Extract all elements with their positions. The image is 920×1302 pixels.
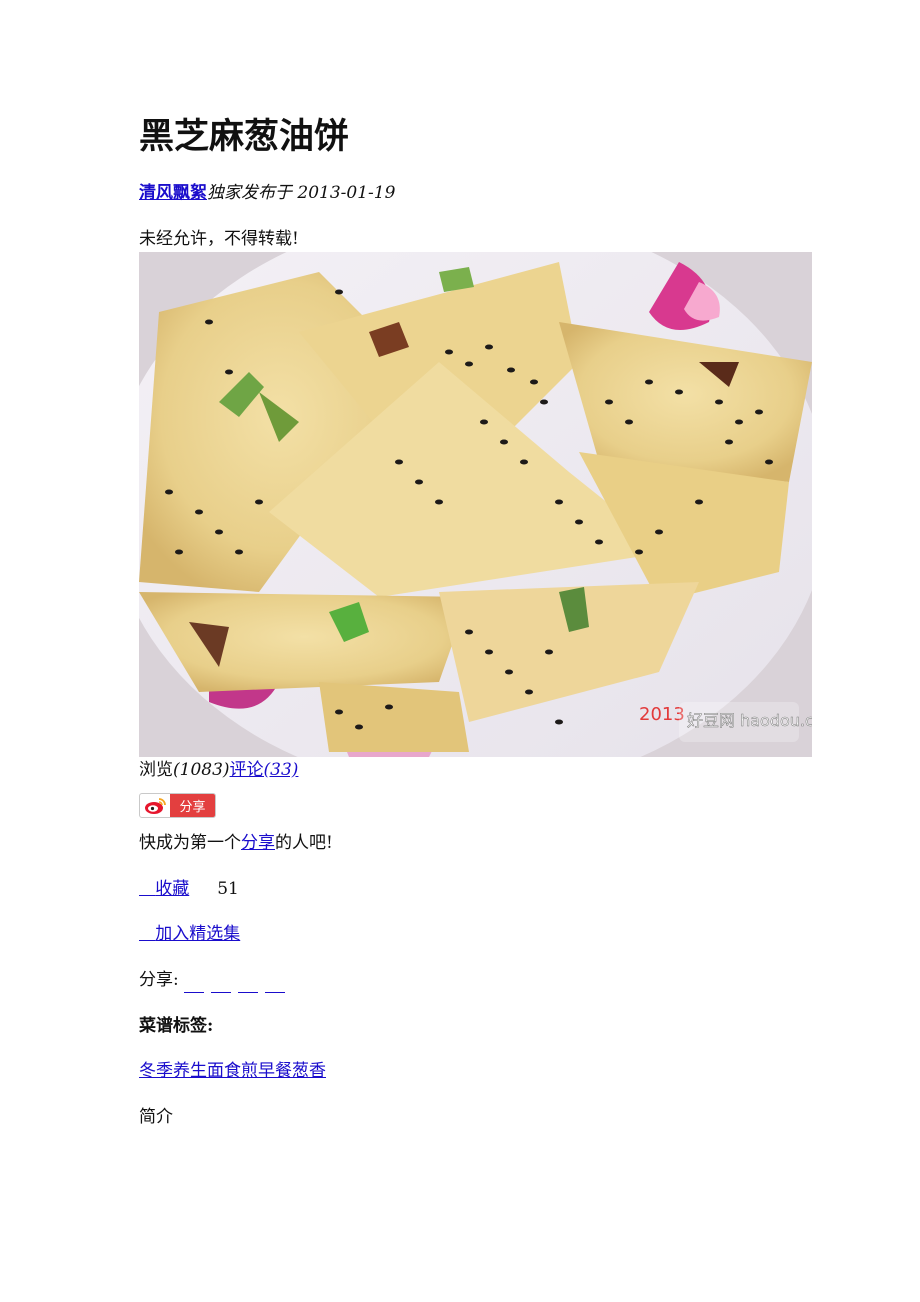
copyright-notice: 未经允许，不得转载! [139, 229, 299, 249]
recipe-photo: 2013 好豆网 haodou.com [139, 252, 812, 757]
recipe-tags-label: 菜谱标签: [139, 1016, 214, 1036]
recipe-tags: 冬季养生面食煎早餐葱香 [139, 1058, 326, 1084]
share-target-link-3[interactable] [238, 972, 259, 993]
intro-heading: 简介 [139, 1107, 173, 1127]
author-link[interactable]: 清风飘絮 [139, 183, 207, 203]
first-share-prompt: 快成为第一个分享的人吧! [139, 833, 333, 853]
tag-link[interactable]: 早餐 [258, 1061, 292, 1081]
weibo-share-button[interactable]: 分享 [139, 793, 216, 818]
add-collection-link[interactable]: 加入精选集 [139, 924, 240, 944]
weibo-icon [140, 794, 170, 817]
share-target-link-1[interactable] [184, 972, 205, 993]
favorite-count: 51 [217, 879, 239, 899]
add-collection-row: 加入精选集 [139, 921, 240, 947]
page-title: 黑芝麻葱油饼 [139, 116, 350, 157]
photo-date-stamp: 2013 [639, 704, 685, 725]
stats-line: 浏览(1083)评论(33) [139, 757, 298, 783]
comments-link[interactable]: 评论(33) [230, 760, 299, 780]
views-label: 浏览 [139, 760, 173, 780]
first-share-link[interactable]: 分享 [241, 833, 275, 853]
share-target-link-2[interactable] [211, 972, 232, 993]
share-to-label: 分享: [139, 970, 179, 990]
tag-link[interactable]: 煎 [241, 1061, 258, 1081]
publish-date: 独家发布于 2013-01-19 [207, 183, 396, 203]
tag-link[interactable]: 冬季养生 [139, 1061, 207, 1081]
favorite-row: 收藏 51 [139, 876, 239, 902]
haodou-watermark: 好豆网 haodou.com [679, 702, 812, 742]
favorite-link[interactable]: 收藏 [139, 879, 189, 899]
author-line: 清风飘絮独家发布于 2013-01-19 [139, 180, 395, 206]
tag-link[interactable]: 面食 [207, 1061, 241, 1081]
share-button-label: 分享 [170, 794, 215, 817]
views-count: (1083) [173, 760, 230, 780]
tag-link[interactable]: 葱香 [292, 1061, 326, 1081]
share-to-row: 分享: [139, 967, 292, 993]
share-target-link-4[interactable] [265, 972, 286, 993]
svg-text:好豆网 haodou.com: 好豆网 haodou.com [687, 711, 812, 730]
